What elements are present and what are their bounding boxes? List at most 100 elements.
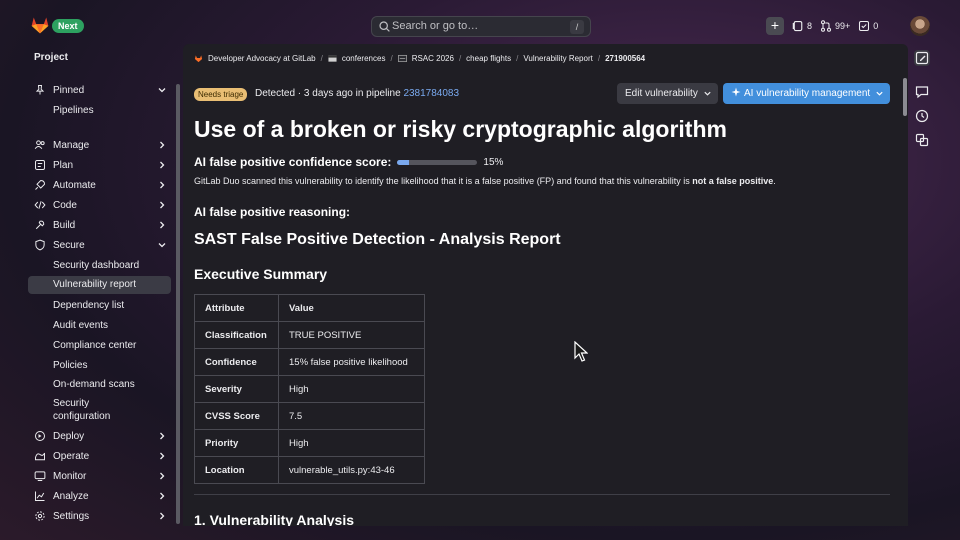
content-scrollbar[interactable]: [903, 78, 907, 116]
search-input[interactable]: Search or go to… /: [371, 16, 591, 37]
breadcrumb-separator: /: [458, 54, 462, 63]
sidebar-item-automate[interactable]: Automate: [28, 176, 171, 194]
edit-vulnerability-label: Edit vulnerability: [625, 88, 698, 99]
todo-icon: [859, 20, 870, 32]
vulnerability-analysis-heading: 1. Vulnerability Analysis: [194, 512, 355, 526]
sidebar-item-monitor[interactable]: Monitor: [28, 467, 171, 485]
sidebar-item-code[interactable]: Code: [28, 196, 171, 214]
chevron-right-icon: [160, 432, 165, 440]
breadcrumb-item[interactable]: cheap flights: [466, 54, 511, 63]
chevron-down-icon: [158, 243, 166, 248]
sidebar-item-label: Deploy: [53, 430, 85, 442]
sidebar-item-plan[interactable]: Plan: [28, 156, 171, 174]
sidebar-subitem-security-configuration[interactable]: Security configuration: [28, 397, 128, 423]
avatar[interactable]: [910, 16, 930, 36]
sidebar-item-settings[interactable]: Settings: [28, 507, 171, 525]
sidebar-item-build[interactable]: Build: [28, 216, 171, 234]
users-icon: [34, 140, 45, 150]
pin-icon: [35, 85, 45, 95]
monitor-icon: [34, 471, 46, 481]
sidebar-item-manage[interactable]: Manage: [28, 136, 171, 154]
confidence-score-fill: [397, 159, 410, 165]
sidebar-subitem-security-dashboard[interactable]: Security dashboard: [28, 259, 171, 272]
sidebar-item-label: Secure: [53, 239, 85, 251]
reasoning-heading: AI false positive reasoning:: [194, 205, 351, 219]
sidebar-subitem-policies[interactable]: Policies: [28, 359, 171, 372]
deploy-icon: [35, 431, 45, 441]
sidebar-subitem-on-demand-scans[interactable]: On-demand scans: [28, 378, 171, 391]
pipeline-link[interactable]: 2381784083: [403, 88, 459, 99]
table-cell-attribute: Location: [194, 456, 279, 484]
sidebar-item-pinned[interactable]: Pinned: [28, 81, 171, 99]
breadcrumb-current[interactable]: 271900564: [605, 54, 645, 63]
status-badge: Needs triage: [194, 88, 248, 101]
sidebar-title: Project: [34, 52, 68, 63]
history-icon[interactable]: [914, 108, 930, 124]
sidebar: Project Pinned Pipelines Manage Plan Aut…: [26, 44, 182, 526]
section-divider: [194, 494, 890, 495]
table-row: Confidence 15% false positive likelihood: [194, 348, 425, 376]
chevron-down-icon: [704, 91, 711, 96]
breadcrumb-separator: /: [597, 54, 601, 63]
todos-button[interactable]: 0: [858, 20, 878, 32]
sidebar-subitem-pipelines[interactable]: Pipelines: [28, 104, 171, 117]
chevron-right-icon: [160, 201, 165, 209]
sidebar-subitem-vulnerability-report[interactable]: Vulnerability report: [28, 276, 171, 294]
sidebar-item-label: Operate: [53, 450, 90, 462]
ai-sparkle-icon: [731, 87, 741, 97]
top-right-actions: + 8 99+ 0: [766, 16, 878, 36]
table-row: CVSS Score 7.5: [194, 402, 425, 430]
breadcrumb-item[interactable]: Vulnerability Report: [523, 54, 593, 63]
sidebar-subitem-audit-events[interactable]: Audit events: [28, 319, 171, 332]
sidebar-item-operate[interactable]: Operate: [28, 447, 171, 465]
code-icon: [34, 201, 46, 209]
build-icon: [35, 220, 45, 230]
breadcrumb-item[interactable]: RSAC 2026: [412, 54, 454, 63]
breadcrumb-item[interactable]: Developer Advocacy at GitLab: [208, 54, 316, 63]
edit-note-icon[interactable]: [914, 50, 930, 66]
comment-icon[interactable]: [914, 84, 930, 100]
project-avatar-icon: [328, 55, 337, 62]
ai-vulnerability-management-label: AI vulnerability management: [744, 88, 871, 99]
sidebar-item-analyze[interactable]: Analyze: [28, 487, 171, 505]
merge-requests-count: 99+: [835, 21, 851, 31]
project-avatar-icon: [397, 54, 407, 63]
report-heading: SAST False Positive Detection - Analysis…: [194, 231, 561, 248]
table-row: Priority High: [194, 429, 425, 457]
ai-vulnerability-management-button[interactable]: AI vulnerability management: [723, 83, 890, 104]
breadcrumb-separator: /: [320, 54, 323, 63]
edit-vulnerability-button[interactable]: Edit vulnerability: [617, 83, 718, 104]
breadcrumb: Developer Advocacy at GitLab / conferenc…: [194, 54, 645, 63]
sidebar-item-label: Analyze: [53, 490, 89, 502]
sidebar-scrollbar[interactable]: [176, 84, 180, 524]
create-new-button[interactable]: +: [766, 17, 784, 35]
copy-icon[interactable]: [914, 132, 930, 148]
sidebar-item-label: Automate: [53, 179, 96, 191]
table-cell-value: TRUE POSITIVE: [278, 321, 425, 349]
table-row: Severity High: [194, 375, 425, 403]
detected-text: Detected · 3 days ago in pipeline: [255, 88, 404, 99]
issues-button[interactable]: 8: [792, 20, 812, 32]
merge-requests-button[interactable]: 99+: [820, 20, 850, 32]
sidebar-subitem-dependency-list[interactable]: Dependency list: [28, 299, 171, 312]
sidebar-subitem-compliance-center[interactable]: Compliance center: [28, 339, 171, 352]
group-avatar-icon: [194, 55, 203, 63]
scan-text-part: .: [773, 176, 776, 186]
sidebar-item-secure[interactable]: Secure: [28, 236, 171, 254]
breadcrumb-item[interactable]: conferences: [342, 54, 386, 63]
next-badge[interactable]: Next: [52, 19, 84, 33]
sidebar-item-label: Manage: [53, 139, 90, 151]
table-cell-value: High: [278, 429, 425, 457]
table-header: Attribute: [194, 294, 279, 322]
table-cell-attribute: Severity: [194, 375, 279, 403]
gitlab-logo[interactable]: [30, 15, 50, 35]
breadcrumb-separator: /: [390, 54, 393, 63]
chevron-right-icon: [160, 181, 165, 189]
page-title: Use of a broken or risky cryptographic a…: [194, 116, 727, 142]
scan-text-part: GitLab Duo scanned this vulnerability to…: [194, 176, 693, 186]
main-content: Developer Advocacy at GitLab / conferenc…: [183, 44, 908, 526]
table-cell-attribute: Classification: [194, 321, 279, 349]
table-cell-attribute: CVSS Score: [194, 402, 279, 430]
sidebar-item-deploy[interactable]: Deploy: [28, 427, 171, 445]
table-header-row: Attribute Value: [194, 294, 425, 322]
